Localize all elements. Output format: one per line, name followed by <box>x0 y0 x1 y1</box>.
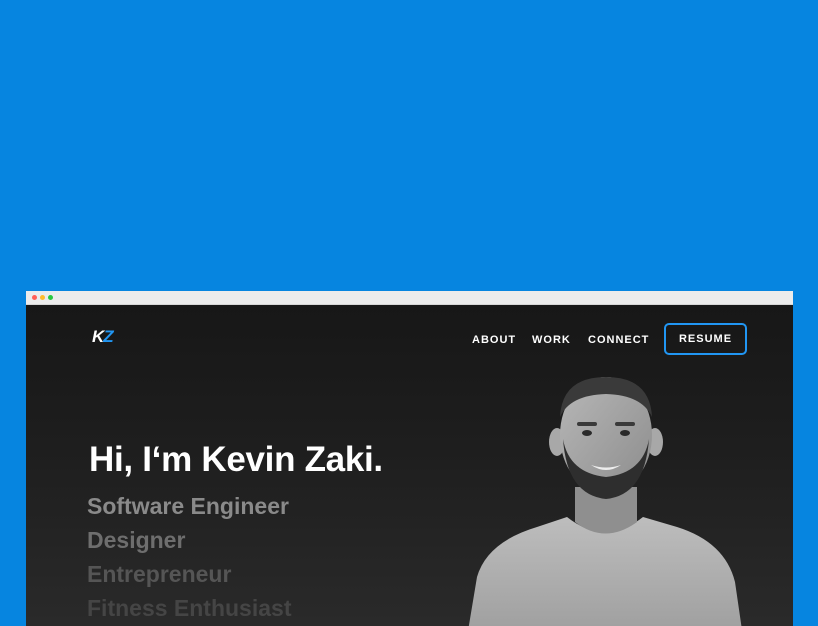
browser-title-bar <box>26 291 793 305</box>
browser-window: KZ ABOUT WORK CONNECT RESUME Hi, I‘m Kev… <box>26 291 793 626</box>
profile-portrait-image <box>468 377 742 626</box>
nav-link-connect[interactable]: CONNECT <box>588 334 649 346</box>
hero-role-item: Designer <box>87 527 186 553</box>
kz-logo[interactable]: KZ <box>92 327 114 347</box>
hero-headline: Hi, I‘m Kevin Zaki. <box>89 440 383 479</box>
nav-link-work[interactable]: WORK <box>532 334 571 346</box>
hero-role-item: Entrepreneur <box>87 561 232 587</box>
nav-link-about[interactable]: ABOUT <box>472 334 516 346</box>
logo-letter-z: Z <box>103 327 113 346</box>
website-page: KZ ABOUT WORK CONNECT RESUME Hi, I‘m Kev… <box>26 305 793 626</box>
minimize-window-dot-icon[interactable] <box>40 295 45 300</box>
maximize-window-dot-icon[interactable] <box>48 295 53 300</box>
logo-letter-k: K <box>92 327 104 346</box>
close-window-dot-icon[interactable] <box>32 295 37 300</box>
hero-role-item: Fitness Enthusiast <box>87 595 292 621</box>
hero-role-item: Software Engineer <box>87 493 289 519</box>
resume-button[interactable]: RESUME <box>664 323 747 355</box>
